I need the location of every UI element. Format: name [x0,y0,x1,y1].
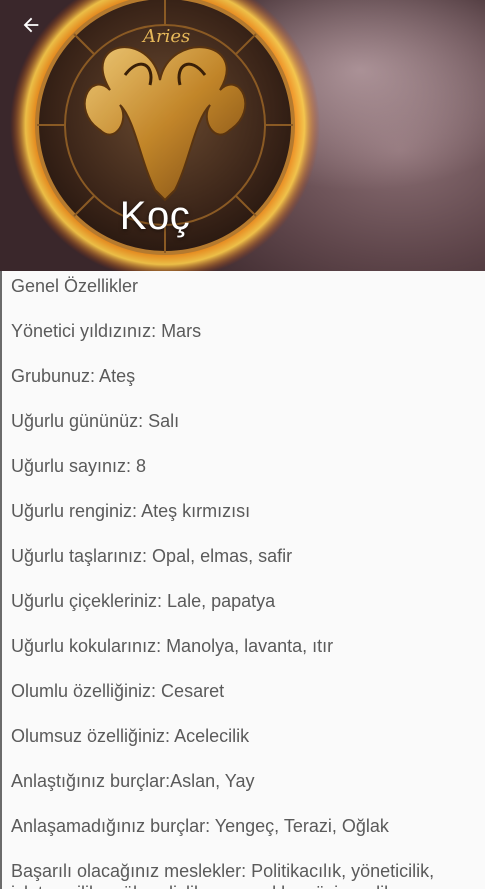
list-item: Başarılı olacağınız meslekler: Politikac… [11,861,435,889]
header-image: Aries Koç [0,0,485,271]
section-heading: Genel Özellikler [11,276,139,296]
list-item: Grubunuz: Ateş [11,366,136,386]
emblem-label: Aries [141,26,190,47]
list-item: Olumsuz özelliğiniz: Acelecilik [11,726,250,746]
list-item: Anlaştığınız burçlar:Aslan, Yay [11,771,255,791]
list-item: Uğurlu çiçekleriniz: Lale, papatya [11,591,276,611]
back-button[interactable] [20,14,50,44]
list-item: Anlaşamadığınız burçlar: Yengeç, Terazi,… [11,816,389,836]
page-title: Koç [119,194,191,238]
arrow-left-icon [23,17,39,33]
list-item: Olumlu özelliğiniz: Cesaret [11,681,225,701]
list-item: Uğurlu kokularınız: Manolya, lavanta, ıt… [11,636,334,656]
list-item: Yönetici yıldızınız: Mars [11,321,202,341]
list-item: Uğurlu gününüz: Salı [11,411,180,431]
list-item: Uğurlu taşlarınız: Opal, elmas, safir [11,546,293,566]
list-item: Uğurlu sayınız: 8 [11,456,147,476]
list-item: Uğurlu renginiz: Ateş kırmızısı [11,501,251,521]
traits-list: Genel Özellikler Yönetici yıldızınız: Ma… [0,271,485,889]
